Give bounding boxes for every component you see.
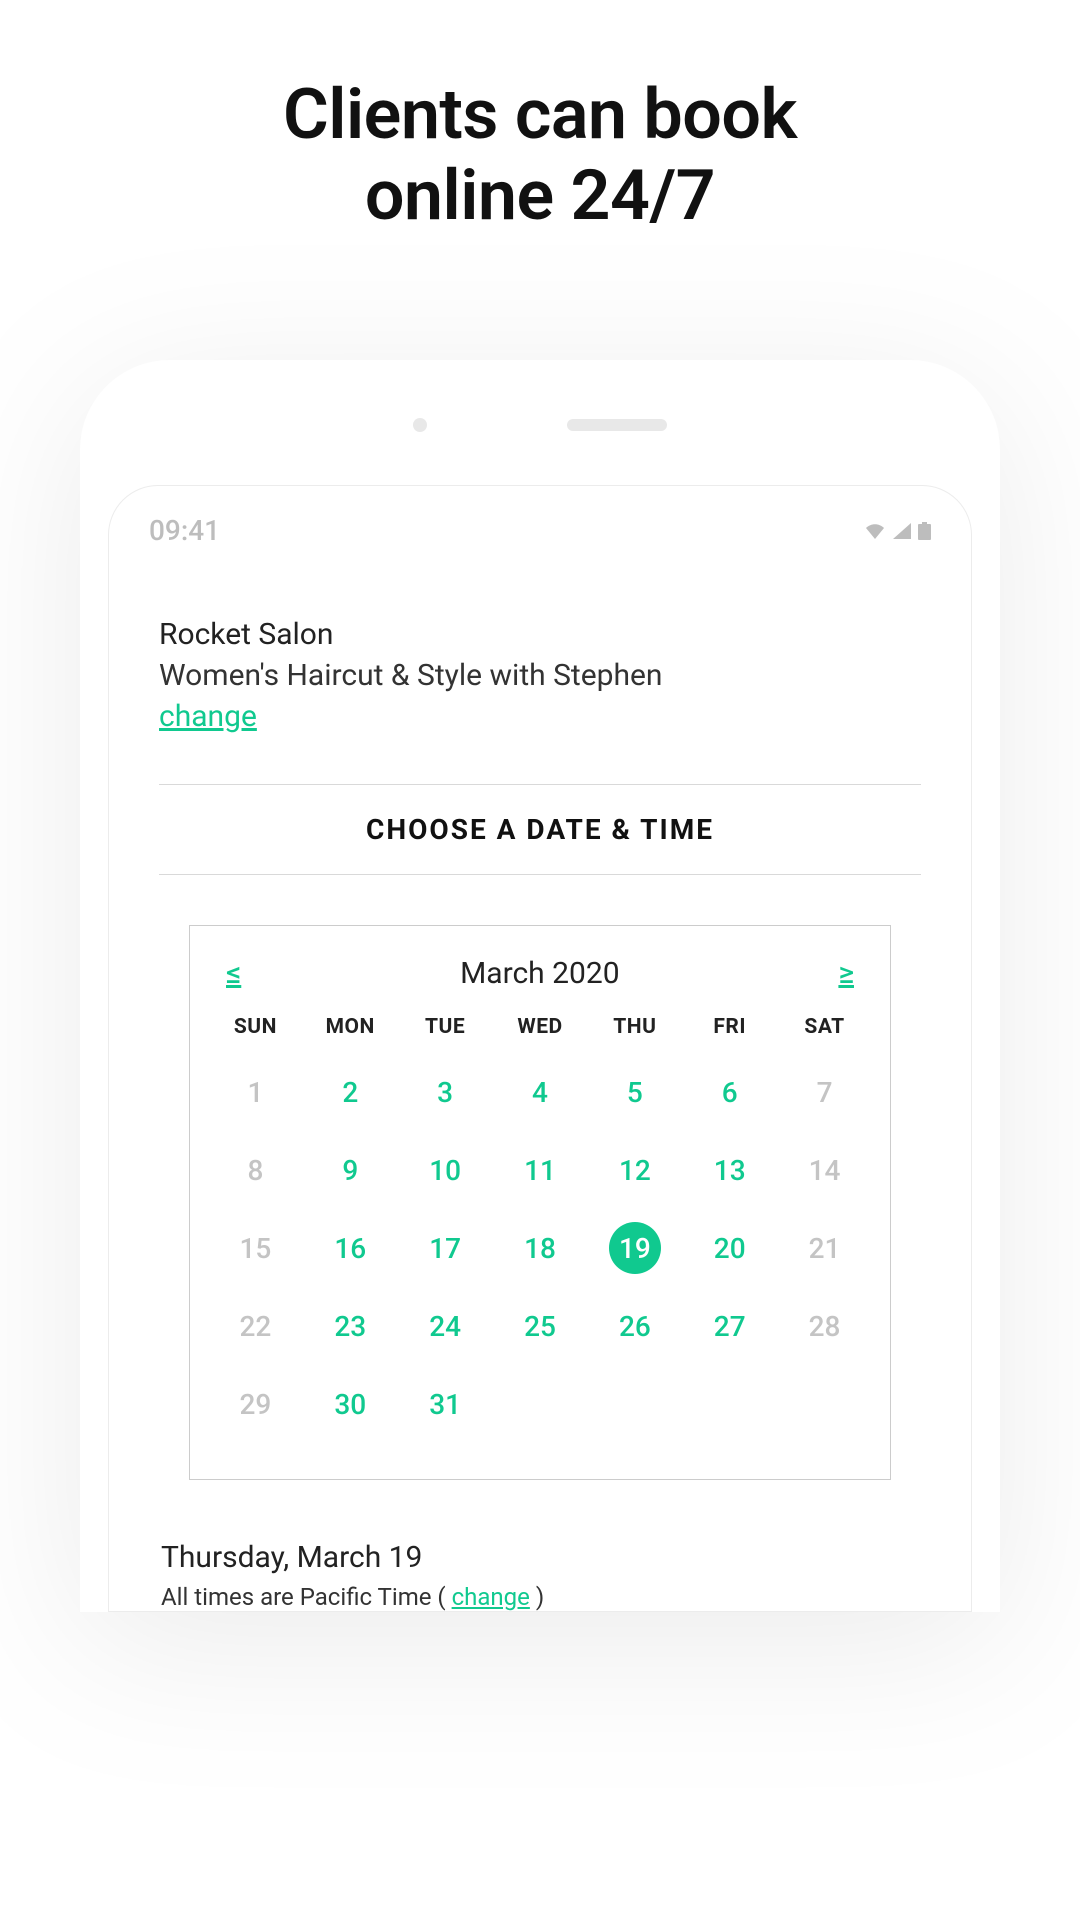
calendar-day: 15	[208, 1223, 303, 1273]
calendar-day[interactable]: 12	[587, 1145, 682, 1195]
phone-mockup: 09:41 Rocket Salon Women's Haircut & Sty…	[80, 360, 1000, 1612]
marketing-headline: Clients can book online 24/7	[0, 0, 1080, 236]
calendar-day[interactable]: 27	[682, 1301, 777, 1351]
section-title: CHOOSE A DATE & TIME	[159, 785, 921, 874]
calendar-day[interactable]: 16	[303, 1223, 398, 1273]
calendar-dow-header: MON	[303, 1015, 398, 1039]
calendar-day[interactable]: 18	[493, 1223, 588, 1273]
calendar-day: 28	[777, 1301, 872, 1351]
calendar-day: 14	[777, 1145, 872, 1195]
calendar-day: 21	[777, 1223, 872, 1273]
calendar-day[interactable]: 13	[682, 1145, 777, 1195]
tz-prefix: All times are Pacific Time (	[161, 1583, 452, 1611]
calendar-day[interactable]: 30	[303, 1379, 398, 1429]
calendar-day[interactable]: 5	[587, 1067, 682, 1117]
calendar-next-button[interactable]: ≥	[838, 956, 854, 991]
timezone-line: All times are Pacific Time ( change )	[161, 1583, 919, 1611]
calendar-day: 8	[208, 1145, 303, 1195]
divider	[159, 874, 921, 875]
calendar-day[interactable]: 26	[587, 1301, 682, 1351]
headline-line-1: Clients can book	[283, 74, 797, 156]
calendar-day[interactable]: 6	[682, 1067, 777, 1117]
calendar-day[interactable]: 23	[303, 1301, 398, 1351]
camera-dot-icon	[413, 418, 427, 432]
calendar: ≤ March 2020 ≥ SUNMONTUEWEDTHUFRISAT1234…	[189, 925, 891, 1480]
calendar-day[interactable]: 10	[398, 1145, 493, 1195]
phone-hardware	[80, 415, 1000, 435]
calendar-day[interactable]: 3	[398, 1067, 493, 1117]
change-timezone-link[interactable]: change	[452, 1583, 530, 1611]
headline-line-2: online 24/7	[365, 155, 715, 237]
calendar-day[interactable]: 11	[493, 1145, 588, 1195]
calendar-day[interactable]: 24	[398, 1301, 493, 1351]
selected-date-label: Thursday, March 19	[161, 1540, 919, 1575]
calendar-day[interactable]: 20	[682, 1223, 777, 1273]
calendar-dow-header: SUN	[208, 1015, 303, 1039]
calendar-day[interactable]: 2	[303, 1067, 398, 1117]
wifi-icon	[864, 522, 886, 540]
calendar-dow-header: SAT	[777, 1015, 872, 1039]
speaker-slot-icon	[567, 419, 667, 431]
change-service-link[interactable]: change	[159, 699, 257, 734]
status-time: 09:41	[149, 514, 220, 547]
calendar-dow-header: FRI	[682, 1015, 777, 1039]
calendar-day[interactable]: 25	[493, 1301, 588, 1351]
calendar-dow-header: THU	[587, 1015, 682, 1039]
service-description: Women's Haircut & Style with Stephen	[159, 658, 921, 693]
calendar-day: 7	[777, 1067, 872, 1117]
calendar-day: 22	[208, 1301, 303, 1351]
calendar-day[interactable]: 4	[493, 1067, 588, 1117]
tz-suffix: )	[530, 1583, 544, 1611]
battery-icon	[918, 522, 931, 540]
calendar-day: 1	[208, 1067, 303, 1117]
calendar-dow-header: TUE	[398, 1015, 493, 1039]
calendar-prev-button[interactable]: ≤	[226, 956, 241, 991]
salon-name: Rocket Salon	[159, 617, 921, 652]
calendar-day[interactable]: 9	[303, 1145, 398, 1195]
phone-screen: 09:41 Rocket Salon Women's Haircut & Sty…	[108, 485, 972, 1612]
signal-icon	[892, 522, 912, 540]
calendar-month-label: March 2020	[460, 956, 620, 991]
calendar-day[interactable]: 17	[398, 1223, 493, 1273]
status-bar: 09:41	[109, 486, 971, 557]
calendar-day[interactable]: 31	[398, 1379, 493, 1429]
calendar-dow-header: WED	[493, 1015, 588, 1039]
calendar-day[interactable]: 19	[587, 1223, 682, 1273]
calendar-day: 29	[208, 1379, 303, 1429]
